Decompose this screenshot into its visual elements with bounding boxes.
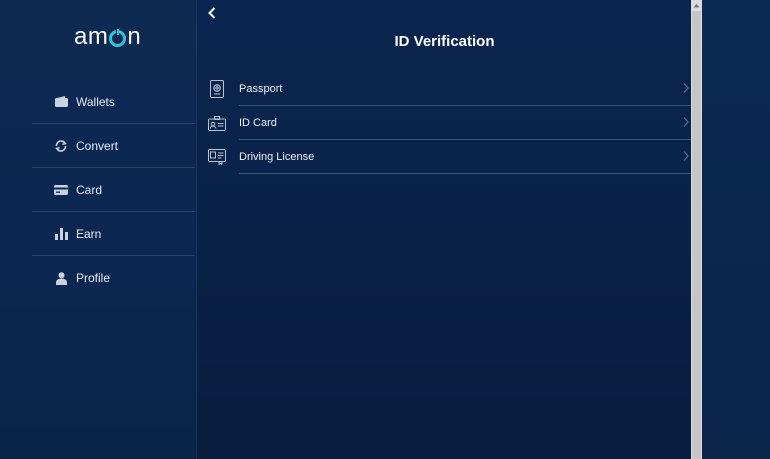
chevron-left-icon — [208, 7, 216, 19]
sidebar-nav: Wallets Convert Card Earn Profile — [32, 80, 195, 300]
option-driving-license[interactable]: Driving License — [207, 140, 692, 174]
option-id-card[interactable]: ID Card — [207, 106, 692, 140]
card-icon — [54, 183, 68, 197]
vertical-scrollbar[interactable] — [691, 0, 702, 459]
sidebar: am n Wallets Convert Card Earn Profile — [0, 0, 196, 459]
sidebar-item-label: Card — [76, 182, 103, 197]
sidebar-item-card[interactable]: Card — [32, 168, 195, 212]
passport-icon — [207, 79, 227, 99]
option-label: Driving License — [239, 140, 692, 174]
chevron-right-icon — [683, 83, 689, 93]
scroll-up-button[interactable] — [691, 0, 702, 10]
sidebar-item-label: Earn — [76, 226, 102, 241]
page-title: ID Verification — [394, 33, 495, 50]
convert-icon — [54, 139, 68, 153]
option-label: ID Card — [239, 106, 692, 140]
option-passport[interactable]: Passport — [207, 72, 692, 106]
id-card-icon — [207, 113, 227, 133]
profile-icon — [54, 271, 68, 285]
id-options-list: Passport ID Card Driving License — [207, 72, 692, 174]
sidebar-item-profile[interactable]: Profile — [32, 256, 195, 300]
id-verification-panel: ID Verification Passport ID Card Driving… — [196, 0, 692, 459]
sidebar-item-earn[interactable]: Earn — [32, 212, 195, 256]
right-background — [702, 0, 770, 459]
scroll-thumb[interactable] — [692, 11, 701, 459]
chevron-right-icon — [683, 117, 689, 127]
logo-text-right: n — [127, 23, 142, 50]
wallet-icon — [54, 95, 68, 109]
sidebar-item-wallets[interactable]: Wallets — [32, 80, 195, 124]
amon-logo[interactable]: am n — [74, 23, 142, 50]
back-button[interactable] — [205, 6, 219, 20]
earn-icon — [54, 227, 68, 241]
sidebar-item-label: Wallets — [76, 94, 115, 109]
driving-license-icon — [207, 147, 227, 167]
logo-power-icon — [109, 28, 127, 47]
sidebar-item-label: Convert — [76, 138, 119, 153]
logo-text-left: am — [74, 23, 109, 50]
chevron-right-icon — [683, 151, 689, 161]
option-label: Passport — [239, 72, 692, 106]
sidebar-item-convert[interactable]: Convert — [32, 124, 195, 168]
sidebar-item-label: Profile — [76, 271, 111, 285]
triangle-up-icon — [693, 3, 700, 7]
